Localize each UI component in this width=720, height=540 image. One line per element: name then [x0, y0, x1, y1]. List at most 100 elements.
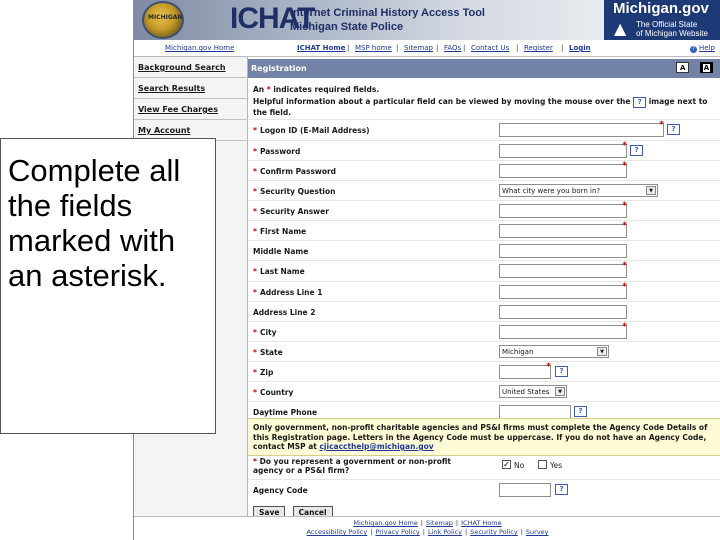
- font-large-button[interactable]: A: [700, 62, 713, 73]
- chevron-down-icon: ▼: [555, 387, 565, 396]
- nav-login[interactable]: Login: [569, 44, 591, 52]
- middle-name-input[interactable]: [499, 244, 627, 258]
- nav-separator: |: [396, 44, 399, 52]
- footer-ichat-home[interactable]: ICHAT Home: [461, 519, 502, 527]
- michigan-gov-logo-box[interactable]: Michigan.gov ▲ The Official State of Mic…: [604, 0, 720, 40]
- nav-contact-us[interactable]: Contact Us: [471, 44, 509, 52]
- nav-help[interactable]: ? Help: [690, 44, 715, 53]
- sidebar-item-view-fee-charges[interactable]: View Fee Charges: [134, 99, 248, 120]
- field-row-confirm-password: * Confirm Password *: [248, 160, 720, 180]
- zip-input[interactable]: *: [499, 362, 551, 379]
- footer-security-policy[interactable]: Security Policy: [470, 528, 517, 536]
- field-label-text: Daytime Phone: [253, 408, 318, 417]
- field-row-address-line-1: * Address Line 1 *: [248, 281, 720, 301]
- country-select[interactable]: United States ▼: [499, 385, 567, 398]
- field-label-text: Security Question: [259, 187, 336, 196]
- nav-ichat-home[interactable]: ICHAT Home: [297, 44, 345, 52]
- mi-tagline-line1: The Official State: [636, 20, 698, 29]
- sidebar-item-background-search[interactable]: Background Search: [134, 57, 248, 78]
- field-label-logon-id: * Logon ID (E-Mail Address): [253, 126, 370, 135]
- security-answer-input[interactable]: *: [499, 202, 627, 218]
- font-small-button[interactable]: A: [676, 62, 690, 73]
- first-name-input[interactable]: *: [499, 221, 627, 238]
- instruction-callout: Complete all the fields marked with an a…: [0, 138, 216, 434]
- nav-register[interactable]: Register: [524, 44, 553, 52]
- confirm-password-input[interactable]: *: [499, 161, 627, 178]
- field-row-agency-code: Agency Code ?: [248, 479, 720, 499]
- footer-sitemap[interactable]: Sitemap: [426, 519, 453, 527]
- city-input[interactable]: *: [499, 323, 627, 339]
- password-help-icon[interactable]: ?: [630, 145, 643, 156]
- daytime-phone-input[interactable]: [499, 405, 571, 419]
- required-marker: *: [622, 261, 627, 271]
- field-label-text: First Name: [259, 227, 307, 236]
- section-title: Registration: [251, 64, 307, 73]
- required-star: *: [253, 207, 257, 216]
- help-note: Helpful information about a particular f…: [253, 97, 715, 118]
- field-row-city: * City *: [248, 321, 720, 341]
- address-line-2-input[interactable]: [499, 305, 627, 319]
- field-label-agency-code: Agency Code: [253, 486, 308, 495]
- footer-privacy-policy[interactable]: Privacy Policy: [375, 528, 419, 536]
- font-size-controls: A A: [668, 62, 713, 73]
- field-label-text: State: [259, 348, 283, 357]
- nav-msp-home[interactable]: MSP home: [355, 44, 392, 52]
- required-star: *: [253, 167, 257, 176]
- required-marker: *: [546, 362, 551, 372]
- agency-code-help-icon[interactable]: ?: [555, 484, 568, 495]
- address-line-1-input[interactable]: *: [499, 283, 627, 299]
- banner-background: [134, 0, 604, 40]
- footer-separator: |: [370, 528, 373, 536]
- footer-link-policy[interactable]: Link Policy: [428, 528, 462, 536]
- required-star: *: [253, 227, 257, 236]
- field-row-government-agency: * Do you represent a government or non-p…: [248, 457, 720, 479]
- footer-survey[interactable]: Survey: [526, 528, 549, 536]
- required-marker: *: [622, 161, 627, 171]
- security-question-value: What city were you born in?: [502, 187, 601, 195]
- footer-separator: |: [422, 528, 425, 536]
- security-question-select[interactable]: What city were you born in? ▼: [499, 184, 658, 197]
- field-label-text: Logon ID (E-Mail Address): [259, 126, 370, 135]
- sidebar-item-search-results[interactable]: Search Results: [134, 78, 248, 99]
- last-name-input[interactable]: *: [499, 261, 627, 278]
- nav-separator: |: [516, 44, 519, 52]
- required-star: *: [253, 457, 257, 466]
- yes-checkbox[interactable]: [538, 460, 547, 469]
- nav-help-label: Help: [699, 44, 715, 52]
- required-star: *: [253, 288, 257, 297]
- field-label-text: Security Answer: [259, 207, 329, 216]
- required-star: *: [266, 85, 271, 94]
- footer-separator: |: [455, 519, 459, 527]
- agency-note: Only government, non-profit charitable a…: [248, 418, 720, 456]
- section-title-bar: Registration A A: [248, 59, 720, 78]
- required-star: *: [253, 126, 257, 135]
- nav-sitemap[interactable]: Sitemap: [404, 44, 433, 52]
- help-note-prefix: Helpful information about a particular f…: [253, 97, 631, 106]
- footer-row-1: Michigan.gov Home | Sitemap | ICHAT Home: [134, 519, 720, 527]
- nav-michigan-gov-home[interactable]: Michigan.gov Home: [165, 44, 234, 52]
- michigan-gov-logo: Michigan.gov: [613, 0, 709, 17]
- field-label-state: * State: [253, 348, 283, 357]
- required-marker: *: [622, 221, 627, 231]
- zip-help-icon[interactable]: ?: [555, 366, 568, 377]
- daytime-phone-help-icon[interactable]: ?: [574, 406, 587, 417]
- nav-separator: |: [347, 44, 350, 52]
- required-marker: *: [659, 120, 664, 130]
- footer-michigan-gov-home[interactable]: Michigan.gov Home: [353, 519, 417, 527]
- footer-accessibility-policy[interactable]: Accessibility Policy: [306, 528, 367, 536]
- agency-help-email-link[interactable]: cjicaccthelp@michigan.gov: [319, 442, 433, 451]
- nav-faqs[interactable]: FAQs: [444, 44, 461, 52]
- field-label-middle-name: Middle Name: [253, 247, 308, 256]
- no-checkbox[interactable]: ✓: [502, 460, 511, 469]
- logon-id-input[interactable]: *: [499, 120, 664, 137]
- field-row-last-name: * Last Name *: [248, 260, 720, 280]
- agency-code-input[interactable]: [499, 483, 551, 497]
- field-label-text: Country: [259, 388, 294, 397]
- nav-separator: |: [436, 44, 439, 52]
- field-label-zip: * Zip: [253, 368, 273, 377]
- state-select[interactable]: Michigan ▼: [499, 345, 609, 358]
- password-input[interactable]: *: [499, 142, 627, 158]
- required-star: *: [253, 348, 257, 357]
- field-row-logon-id: * Logon ID (E-Mail Address) * ?: [248, 119, 720, 139]
- logon-id-help-icon[interactable]: ?: [667, 124, 680, 135]
